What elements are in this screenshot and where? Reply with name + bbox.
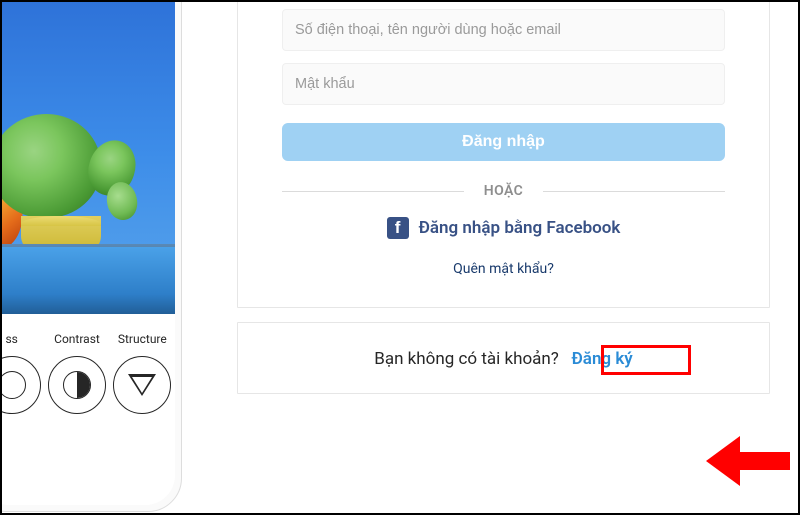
structure-icon [128, 374, 156, 396]
login-panel-area: Đăng nhập HOẶC f Đăng nhập bằng Facebook… [237, 2, 770, 513]
signup-prompt: Bạn không có tài khoản? [374, 349, 559, 369]
signup-card: Bạn không có tài khoản? Đăng ký [237, 322, 770, 394]
tool-structure-label: Structure [113, 332, 171, 346]
stage: ss Contrast Structure Đăng nhập [0, 0, 800, 515]
login-card: Đăng nhập HOẶC f Đăng nhập bằng Facebook… [237, 0, 770, 308]
phone-mockup: ss Contrast Structure [0, 0, 182, 512]
or-divider: HOẶC [282, 183, 725, 199]
tool-brightness-label: ss [0, 332, 41, 346]
signup-link[interactable]: Đăng ký [571, 349, 632, 369]
edit-tools-row: ss Contrast Structure [0, 314, 175, 505]
password-field[interactable] [282, 63, 725, 105]
tool-contrast-label: Contrast [48, 332, 106, 346]
contrast-icon [63, 371, 91, 399]
edited-photo [0, 0, 175, 314]
login-button[interactable]: Đăng nhập [282, 123, 725, 161]
phone-screen: ss Contrast Structure [0, 0, 175, 505]
forgot-password-link[interactable]: Quên mật khẩu? [282, 261, 725, 277]
tool-structure[interactable]: Structure [113, 332, 171, 414]
username-field[interactable] [282, 9, 725, 51]
tool-contrast[interactable]: Contrast [48, 332, 106, 414]
facebook-icon: f [387, 217, 409, 239]
facebook-login-button[interactable]: f Đăng nhập bằng Facebook [282, 217, 725, 239]
or-divider-label: HOẶC [464, 183, 543, 199]
facebook-login-label: Đăng nhập bằng Facebook [419, 218, 621, 238]
brightness-icon [0, 371, 26, 399]
tool-brightness[interactable]: ss [0, 332, 41, 414]
